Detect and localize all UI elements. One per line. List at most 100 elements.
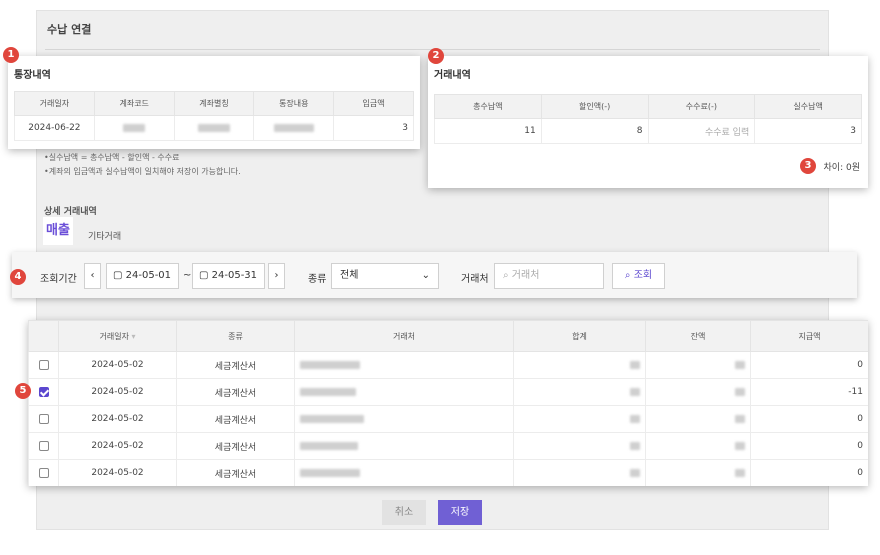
bank-code-redacted: [93, 115, 175, 141]
row-date: 2024-05-02: [58, 378, 177, 406]
col-deposit: 입금액: [333, 91, 414, 116]
sort-down-icon: ▾: [131, 331, 136, 341]
filter-bar: 조회기간 ‹ ▢ 24-05-01 ~ ▢ 24-05-31 › 종류 전체 ⌄…: [12, 252, 857, 298]
row-paid[interactable]: 0: [750, 432, 868, 460]
save-button[interactable]: 저장: [438, 500, 482, 525]
transaction-table: 거래일자 ▾ 종류 거래처 합계 잔액 지급액 2024-05-02 세금계산서…: [28, 320, 868, 486]
chevron-left-icon: ‹: [90, 270, 95, 281]
search-button-label: 조회: [633, 270, 653, 281]
bank-panel: 통장내역 거래일자 계좌코드 계좌별칭 통장내용 입금액 2024-06-22 …: [8, 56, 420, 149]
calendar-icon: ▢: [113, 270, 123, 281]
row-balance-redacted: [645, 378, 751, 406]
chevron-right-icon: ›: [274, 270, 279, 281]
note-formula: •실수납액 = 총수납액 - 할인액 - 수수료: [44, 153, 180, 162]
col-check: [28, 320, 59, 352]
table-row[interactable]: 2024-05-02 세금계산서 0: [28, 432, 868, 460]
calendar-icon: ▢: [199, 270, 209, 281]
col-paid: 지급액: [750, 320, 868, 352]
range-tilde: ~: [183, 270, 192, 281]
row-sum-redacted: [513, 432, 646, 460]
table-row[interactable]: 2024-05-02 세금계산서 0: [28, 405, 868, 433]
fee-input[interactable]: 수수료 입력: [647, 118, 756, 144]
col-account-code: 계좌코드: [93, 91, 175, 116]
row-sum-redacted: [513, 405, 646, 433]
marker-badge-4: 4: [10, 269, 26, 285]
type-value: 전체: [340, 270, 359, 281]
tab-sales[interactable]: 매출: [43, 217, 73, 245]
col-date: 거래일자: [14, 91, 95, 116]
row-date: 2024-05-02: [58, 432, 177, 460]
bank-alias-redacted: [173, 115, 255, 141]
col-discount: 할인액(-): [540, 94, 649, 119]
row-partner-redacted: [294, 459, 514, 486]
row-date: 2024-05-02: [58, 351, 177, 379]
row-checkbox[interactable]: [28, 351, 59, 379]
end-date-field[interactable]: ▢ 24-05-31: [192, 263, 265, 289]
tab-other[interactable]: 기타거래: [88, 229, 121, 242]
row-type: 세금계산서: [176, 459, 295, 486]
txn-discount[interactable]: 8: [540, 118, 649, 144]
row-paid[interactable]: -11: [750, 378, 868, 406]
col-total: 총수납액: [434, 94, 542, 119]
start-date-value: 24-05-01: [125, 270, 172, 281]
search-icon: ⌕: [624, 270, 631, 281]
col-type: 종류: [176, 320, 295, 352]
row-paid[interactable]: 0: [750, 405, 868, 433]
partner-placeholder: 거래처: [511, 270, 540, 281]
txn-total: 11: [434, 118, 542, 144]
col-bank-content: 통장내용: [253, 91, 335, 116]
table-row[interactable]: 2024-05-02 세금계산서 0: [28, 459, 868, 486]
dialog-title: 수납 연결: [47, 23, 92, 36]
row-checkbox[interactable]: [28, 378, 59, 406]
bank-row[interactable]: 2024-06-22 3: [14, 115, 414, 141]
txn-actual: 3: [754, 118, 862, 144]
table-row[interactable]: 2024-05-02 세금계산서 0: [28, 351, 868, 379]
row-type: 세금계산서: [176, 405, 295, 433]
start-date-field[interactable]: ▢ 24-05-01: [106, 263, 179, 289]
diff-text: 차이: 0원: [823, 163, 860, 173]
marker-badge-1: 1: [3, 47, 19, 63]
col-account-alias: 계좌별칭: [173, 91, 255, 116]
transaction-grid: 거래일자 ▾ 종류 거래처 합계 잔액 지급액 2024-05-02 세금계산서…: [28, 320, 868, 486]
col-fee: 수수료(-): [647, 94, 756, 119]
period-label: 조회기간: [40, 274, 77, 285]
row-type: 세금계산서: [176, 432, 295, 460]
row-partner-redacted: [294, 351, 514, 379]
type-label: 종류: [308, 274, 327, 285]
cancel-button[interactable]: 취소: [382, 500, 426, 525]
row-checkbox[interactable]: [28, 432, 59, 460]
table-row[interactable]: 2024-05-02 세금계산서 -11: [28, 378, 868, 406]
prev-period-button[interactable]: ‹: [84, 263, 101, 289]
row-sum-redacted: [513, 378, 646, 406]
row-checkbox[interactable]: [28, 405, 59, 433]
chevron-down-icon: ⌄: [421, 270, 430, 281]
marker-badge-2: 2: [428, 48, 444, 64]
next-period-button[interactable]: ›: [268, 263, 285, 289]
row-sum-redacted: [513, 459, 646, 486]
col-actual: 실수납액: [754, 94, 862, 119]
note-match: •계좌의 입금액과 실수납액이 일치해야 저장이 가능합니다.: [44, 167, 241, 176]
row-partner-redacted: [294, 432, 514, 460]
end-date-value: 24-05-31: [211, 270, 258, 281]
row-paid[interactable]: 0: [750, 459, 868, 486]
row-date: 2024-05-02: [58, 459, 177, 486]
partner-input[interactable]: ⌕ 거래처: [494, 263, 604, 289]
row-type: 세금계산서: [176, 351, 295, 379]
col-balance: 잔액: [645, 320, 751, 352]
row-type: 세금계산서: [176, 378, 295, 406]
col-trade-date[interactable]: 거래일자 ▾: [58, 320, 177, 352]
row-checkbox[interactable]: [28, 459, 59, 486]
marker-badge-5: 5: [15, 383, 31, 399]
row-balance-redacted: [645, 351, 751, 379]
row-partner-redacted: [294, 378, 514, 406]
row-date: 2024-05-02: [58, 405, 177, 433]
bank-content-redacted: [253, 115, 335, 141]
type-select[interactable]: 전체 ⌄: [331, 263, 439, 289]
row-balance-redacted: [645, 405, 751, 433]
row-sum-redacted: [513, 351, 646, 379]
row-balance-redacted: [645, 432, 751, 460]
txn-table: 총수납액 할인액(-) 수수료(-) 실수납액 11 8 수수료 입력 3: [434, 94, 862, 144]
col-sum: 합계: [513, 320, 646, 352]
row-paid[interactable]: 0: [750, 351, 868, 379]
search-button[interactable]: ⌕ 조회: [612, 263, 665, 289]
